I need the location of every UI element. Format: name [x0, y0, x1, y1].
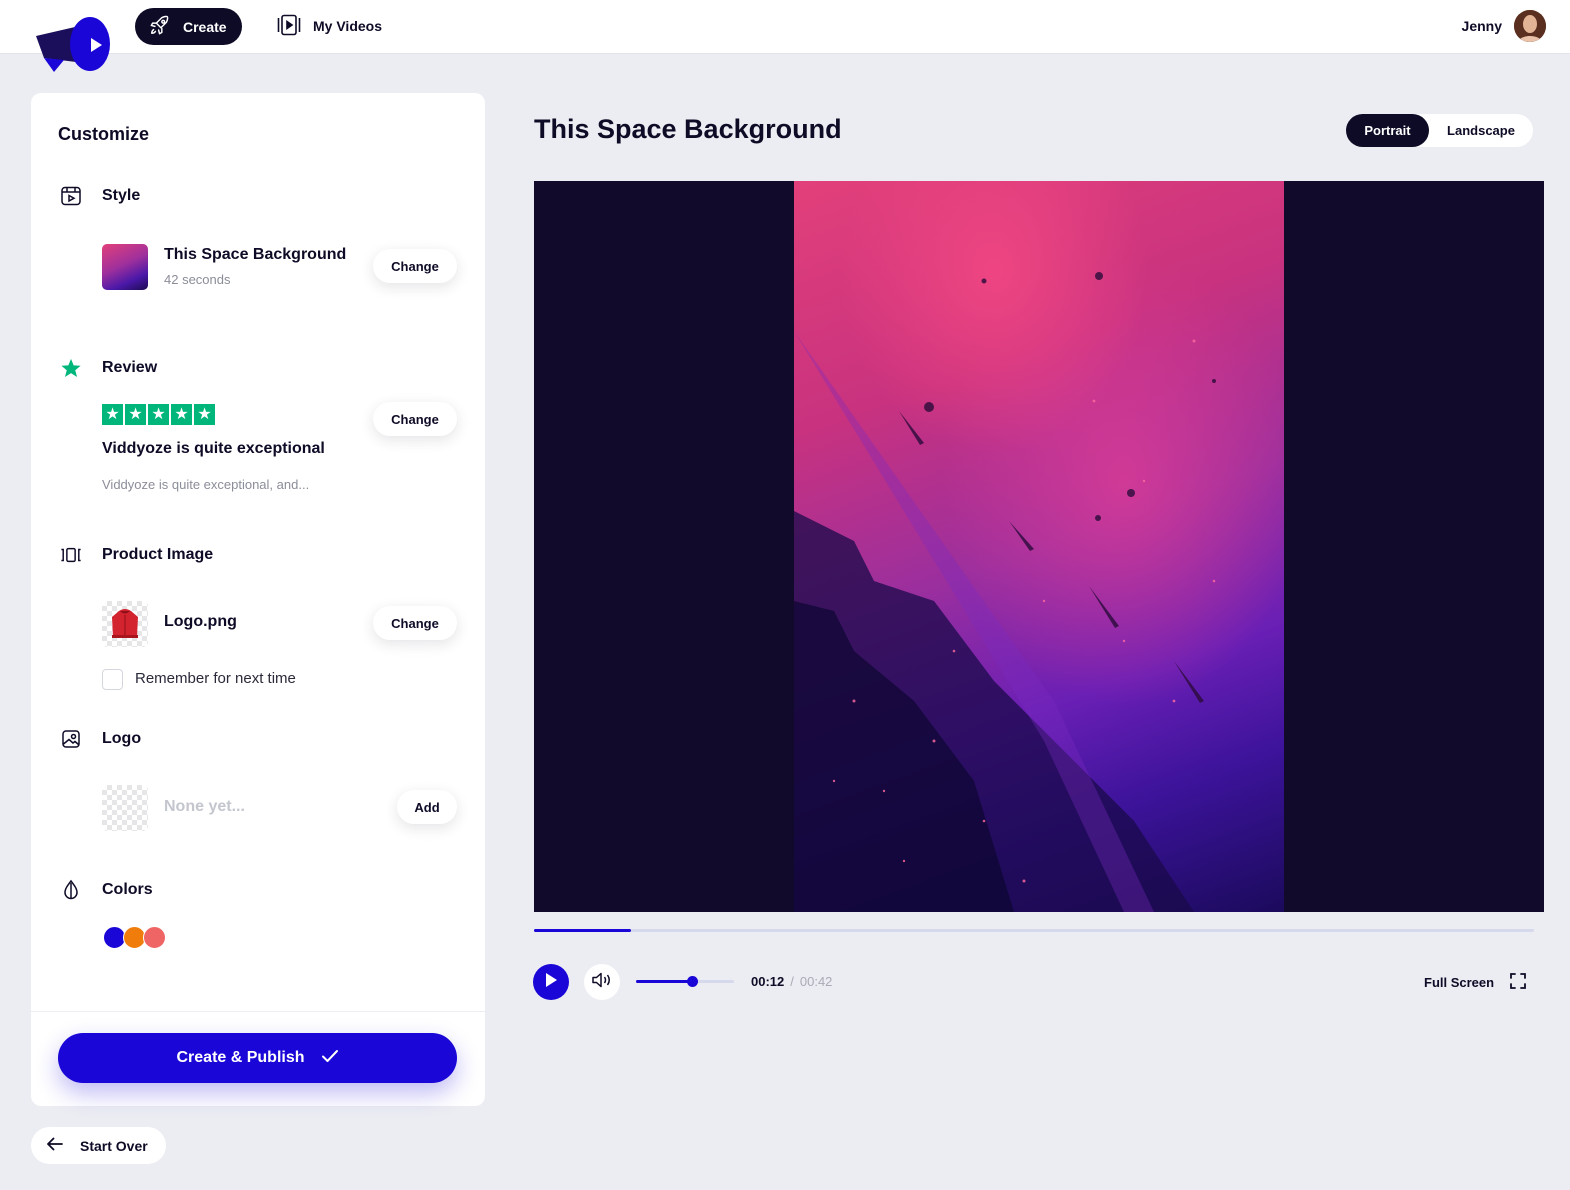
speaker-icon [591, 971, 613, 994]
style-thumbnail [102, 244, 148, 290]
section-review-title: Review [102, 359, 158, 376]
volume-handle[interactable] [686, 976, 698, 987]
rating-star-icon: ★ [171, 404, 192, 425]
start-over-button[interactable]: Start Over [31, 1127, 166, 1164]
nav-my-videos-link[interactable]: My Videos [277, 14, 382, 38]
app-logo[interactable] [34, 14, 114, 74]
product-image-icon [60, 544, 82, 566]
user-menu[interactable]: Jenny [1462, 9, 1546, 43]
orientation-portrait[interactable]: Portrait [1346, 114, 1429, 147]
section-logo-header: Logo [60, 728, 141, 750]
color-swatches[interactable] [103, 926, 166, 949]
review-title: Viddyoze is quite exceptional [102, 440, 325, 457]
video-frame [794, 181, 1284, 912]
orientation-toggle[interactable]: Portrait Landscape [1346, 114, 1533, 147]
video-player[interactable] [534, 181, 1544, 912]
panel-title: Customize [58, 124, 150, 144]
nav-my-videos-label: My Videos [313, 18, 382, 34]
review-excerpt: Viddyoze is quite exceptional, and... [102, 477, 310, 492]
section-colors-header: Colors [60, 879, 153, 901]
product-image-filename: Logo.png [164, 613, 237, 630]
star-icon [60, 357, 82, 379]
top-bar: Create My Videos Jenny [0, 0, 1570, 72]
style-name: This Space Background [164, 246, 347, 263]
fullscreen-label: Full Screen [1424, 975, 1495, 990]
remember-checkbox[interactable] [102, 669, 123, 690]
play-button[interactable] [533, 964, 569, 1000]
check-icon [321, 1049, 339, 1068]
video-progress-fill [534, 929, 631, 932]
section-colors-title: Colors [102, 881, 153, 898]
logo-image-icon [60, 728, 82, 750]
customize-panel: Customize Style This Space Background 42… [31, 93, 485, 1106]
rating-star-icon: ★ [194, 404, 215, 425]
avatar [1514, 10, 1546, 42]
nav-create-button[interactable]: Create [135, 8, 242, 45]
nav-create-label: Create [183, 18, 227, 35]
style-duration: 42 seconds [164, 272, 231, 287]
style-change-button[interactable]: Change [373, 249, 457, 283]
drop-icon [60, 879, 82, 901]
total-time: 00:42 [799, 974, 833, 989]
preview-title: This Space Background [534, 114, 842, 144]
section-product-image-title: Product Image [102, 546, 214, 563]
section-style-title: Style [102, 187, 141, 204]
product-image-change-button[interactable]: Change [373, 606, 457, 640]
rating-star-icon: ★ [125, 404, 146, 425]
start-over-label: Start Over [80, 1137, 148, 1154]
review-rating-stars: ★ ★ ★ ★ ★ [102, 404, 215, 425]
create-publish-button[interactable]: Create & Publish [58, 1033, 457, 1083]
volume-slider[interactable] [636, 976, 734, 987]
panel-divider [31, 1011, 485, 1012]
current-time: 00:12 [751, 974, 785, 989]
style-icon [60, 185, 82, 207]
user-name: Jenny [1461, 18, 1502, 34]
rating-star-icon: ★ [102, 404, 123, 425]
volume-button[interactable] [584, 964, 620, 1000]
fullscreen-button[interactable]: Full Screen [1424, 973, 1526, 992]
fullscreen-icon [1510, 973, 1526, 992]
logo-add-button[interactable]: Add [397, 790, 457, 824]
time-separator: / [790, 974, 794, 989]
time-display: 00:12 / 00:42 [751, 974, 832, 989]
volume-fill [636, 980, 692, 983]
remember-label[interactable]: Remember for next time [135, 670, 296, 687]
rocket-icon [149, 14, 171, 39]
video-library-icon [277, 14, 301, 39]
section-style-header: Style [60, 185, 140, 207]
logo-thumbnail-placeholder [102, 785, 148, 831]
color-swatch[interactable] [143, 926, 166, 949]
logo-placeholder-text: None yet... [164, 798, 245, 815]
orientation-landscape[interactable]: Landscape [1429, 114, 1533, 147]
rating-star-icon: ★ [148, 404, 169, 425]
review-change-button[interactable]: Change [373, 402, 457, 436]
section-review-header: Review [60, 357, 157, 379]
section-logo-title: Logo [102, 730, 142, 747]
play-icon [544, 972, 558, 993]
section-product-image-header: Product Image [60, 544, 213, 566]
video-progress-bar[interactable] [534, 929, 1534, 932]
product-image-thumbnail [102, 601, 148, 647]
arrow-left-icon [46, 1137, 64, 1154]
create-publish-label: Create & Publish [176, 1049, 305, 1066]
